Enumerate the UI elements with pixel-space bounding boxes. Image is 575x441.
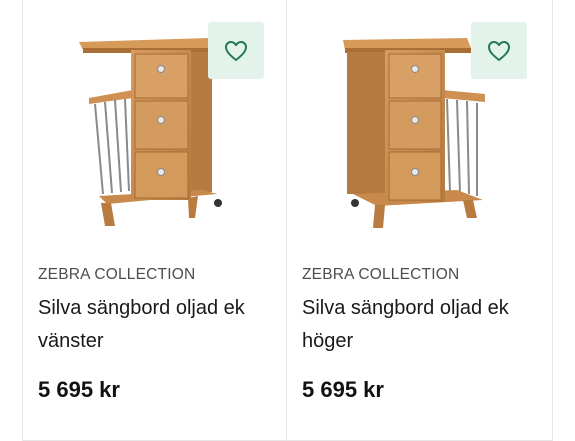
heart-outline-icon bbox=[225, 40, 247, 61]
favorite-button[interactable] bbox=[471, 22, 527, 79]
product-card[interactable]: ZEBRA COLLECTION Silva sängbord oljad ek… bbox=[287, 0, 553, 441]
product-card[interactable]: ZEBRA COLLECTION Silva sängbord oljad ek… bbox=[22, 0, 287, 441]
product-grid: ZEBRA COLLECTION Silva sängbord oljad ek… bbox=[0, 0, 575, 441]
product-title[interactable]: Silva sängbord oljad ek vänster bbox=[38, 292, 278, 358]
product-price: 5 695 kr bbox=[38, 377, 120, 402]
heart-outline-icon bbox=[488, 40, 510, 61]
product-brand: ZEBRA COLLECTION bbox=[302, 266, 460, 283]
product-title[interactable]: Silva sängbord oljad ek höger bbox=[302, 292, 542, 358]
product-price: 5 695 kr bbox=[302, 377, 384, 402]
product-brand: ZEBRA COLLECTION bbox=[38, 266, 196, 283]
favorite-button[interactable] bbox=[208, 22, 264, 79]
